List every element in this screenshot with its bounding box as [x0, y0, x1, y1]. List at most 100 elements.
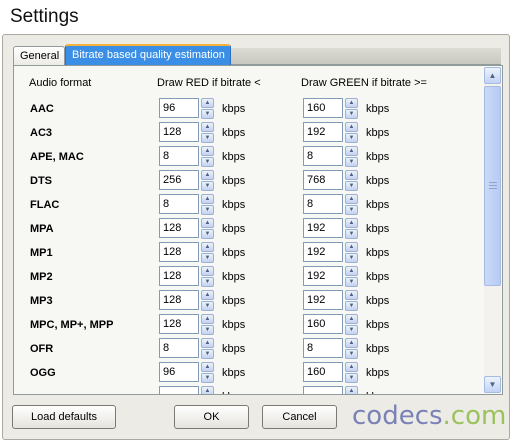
- spin-up-icon[interactable]: ▲: [201, 266, 214, 276]
- spin-down-icon[interactable]: ▼: [345, 229, 358, 239]
- spin-up-icon[interactable]: ▲: [345, 386, 358, 394]
- green-threshold-spinner[interactable]: ▲▼: [345, 146, 358, 167]
- spin-down-icon[interactable]: ▼: [345, 109, 358, 119]
- spin-up-icon[interactable]: ▲: [201, 314, 214, 324]
- spin-down-icon[interactable]: ▼: [345, 253, 358, 263]
- green-threshold-input[interactable]: 8: [303, 194, 343, 214]
- spin-up-icon[interactable]: ▲: [201, 242, 214, 252]
- spin-up-icon[interactable]: ▲: [345, 122, 358, 132]
- spin-up-icon[interactable]: ▲: [201, 290, 214, 300]
- spin-down-icon[interactable]: ▼: [345, 277, 358, 287]
- red-threshold-input[interactable]: 256: [159, 170, 199, 190]
- tab-general[interactable]: General: [13, 46, 65, 65]
- green-threshold-spinner[interactable]: ▲▼: [345, 170, 358, 191]
- red-threshold-input[interactable]: 128: [159, 266, 199, 286]
- green-threshold-spinner[interactable]: ▲▼: [345, 218, 358, 239]
- spin-up-icon[interactable]: ▲: [201, 170, 214, 180]
- green-threshold-input[interactable]: 192: [303, 122, 343, 142]
- spin-down-icon[interactable]: ▼: [345, 349, 358, 359]
- green-threshold-spinner[interactable]: ▲▼: [345, 98, 358, 119]
- green-threshold-input[interactable]: 160: [303, 314, 343, 334]
- spin-down-icon[interactable]: ▼: [345, 301, 358, 311]
- spin-down-icon[interactable]: ▼: [345, 181, 358, 191]
- green-threshold-spinner[interactable]: ▲▼: [345, 314, 358, 335]
- green-threshold-spinner[interactable]: ▲▼: [345, 338, 358, 359]
- red-threshold-spinner[interactable]: ▲▼: [201, 242, 214, 263]
- spin-up-icon[interactable]: ▲: [345, 218, 358, 228]
- ok-button[interactable]: OK: [174, 405, 249, 429]
- green-threshold-input[interactable]: 192: [303, 242, 343, 262]
- red-threshold-spinner[interactable]: ▲▼: [201, 194, 214, 215]
- green-threshold-spinner[interactable]: ▲▼: [345, 266, 358, 287]
- spin-up-icon[interactable]: ▲: [201, 146, 214, 156]
- spin-down-icon[interactable]: ▼: [345, 373, 358, 383]
- spin-up-icon[interactable]: ▲: [345, 170, 358, 180]
- red-threshold-spinner[interactable]: ▲▼: [201, 314, 214, 335]
- spin-down-icon[interactable]: ▼: [201, 373, 214, 383]
- spin-up-icon[interactable]: ▲: [201, 122, 214, 132]
- green-threshold-spinner[interactable]: ▲▼: [345, 194, 358, 215]
- red-threshold-input[interactable]: 8: [159, 194, 199, 214]
- spin-down-icon[interactable]: ▼: [345, 157, 358, 167]
- spin-down-icon[interactable]: ▼: [201, 253, 214, 263]
- load-defaults-button[interactable]: Load defaults: [12, 405, 116, 429]
- spin-up-icon[interactable]: ▲: [345, 290, 358, 300]
- red-threshold-spinner[interactable]: ▲▼: [201, 338, 214, 359]
- red-threshold-spinner[interactable]: ▲▼: [201, 98, 214, 119]
- spin-down-icon[interactable]: ▼: [201, 205, 214, 215]
- spin-up-icon[interactable]: ▲: [201, 338, 214, 348]
- red-threshold-input[interactable]: 128: [159, 314, 199, 334]
- spin-up-icon[interactable]: ▲: [201, 386, 214, 394]
- spin-down-icon[interactable]: ▼: [201, 229, 214, 239]
- spin-down-icon[interactable]: ▼: [201, 133, 214, 143]
- spin-down-icon[interactable]: ▼: [345, 205, 358, 215]
- red-threshold-input[interactable]: 8: [159, 146, 199, 166]
- red-threshold-spinner[interactable]: ▲▼: [201, 218, 214, 239]
- red-threshold-input[interactable]: 128: [159, 122, 199, 142]
- spin-up-icon[interactable]: ▲: [345, 314, 358, 324]
- red-threshold-input[interactable]: 128: [159, 218, 199, 238]
- green-threshold-input[interactable]: 160: [303, 98, 343, 118]
- red-threshold-spinner[interactable]: ▲▼: [201, 170, 214, 191]
- spin-down-icon[interactable]: ▼: [201, 325, 214, 335]
- green-threshold-input[interactable]: 768: [303, 170, 343, 190]
- green-threshold-spinner[interactable]: ▲▼: [345, 122, 358, 143]
- green-threshold-input[interactable]: 160: [303, 362, 343, 382]
- cancel-button[interactable]: Cancel: [262, 405, 337, 429]
- spin-up-icon[interactable]: ▲: [345, 362, 358, 372]
- spin-up-icon[interactable]: ▲: [345, 266, 358, 276]
- spin-down-icon[interactable]: ▼: [201, 109, 214, 119]
- spin-up-icon[interactable]: ▲: [201, 362, 214, 372]
- spin-up-icon[interactable]: ▲: [345, 242, 358, 252]
- green-threshold-spinner[interactable]: ▲▼: [345, 386, 358, 394]
- spin-down-icon[interactable]: ▼: [201, 181, 214, 191]
- vertical-scrollbar[interactable]: ▲ ▼: [484, 67, 501, 393]
- green-threshold-input[interactable]: [303, 386, 343, 394]
- scroll-down-icon[interactable]: ▼: [484, 376, 501, 393]
- red-threshold-input[interactable]: 128: [159, 290, 199, 310]
- red-threshold-input[interactable]: 128: [159, 242, 199, 262]
- green-threshold-input[interactable]: 192: [303, 218, 343, 238]
- red-threshold-spinner[interactable]: ▲▼: [201, 122, 214, 143]
- spin-down-icon[interactable]: ▼: [345, 325, 358, 335]
- red-threshold-spinner[interactable]: ▲▼: [201, 362, 214, 383]
- spin-up-icon[interactable]: ▲: [345, 338, 358, 348]
- spin-up-icon[interactable]: ▲: [201, 98, 214, 108]
- spin-up-icon[interactable]: ▲: [345, 98, 358, 108]
- spin-down-icon[interactable]: ▼: [201, 157, 214, 167]
- spin-up-icon[interactable]: ▲: [201, 218, 214, 228]
- red-threshold-spinner[interactable]: ▲▼: [201, 266, 214, 287]
- green-threshold-spinner[interactable]: ▲▼: [345, 242, 358, 263]
- scroll-thumb[interactable]: [484, 86, 501, 286]
- green-threshold-input[interactable]: 8: [303, 146, 343, 166]
- spin-down-icon[interactable]: ▼: [201, 277, 214, 287]
- spin-up-icon[interactable]: ▲: [345, 146, 358, 156]
- spin-down-icon[interactable]: ▼: [201, 301, 214, 311]
- tab-bitrate-quality[interactable]: Bitrate based quality estimation: [65, 44, 231, 65]
- spin-down-icon[interactable]: ▼: [201, 349, 214, 359]
- spin-up-icon[interactable]: ▲: [201, 194, 214, 204]
- red-threshold-input[interactable]: [159, 386, 199, 394]
- red-threshold-input[interactable]: 96: [159, 362, 199, 382]
- green-threshold-spinner[interactable]: ▲▼: [345, 290, 358, 311]
- spin-up-icon[interactable]: ▲: [345, 194, 358, 204]
